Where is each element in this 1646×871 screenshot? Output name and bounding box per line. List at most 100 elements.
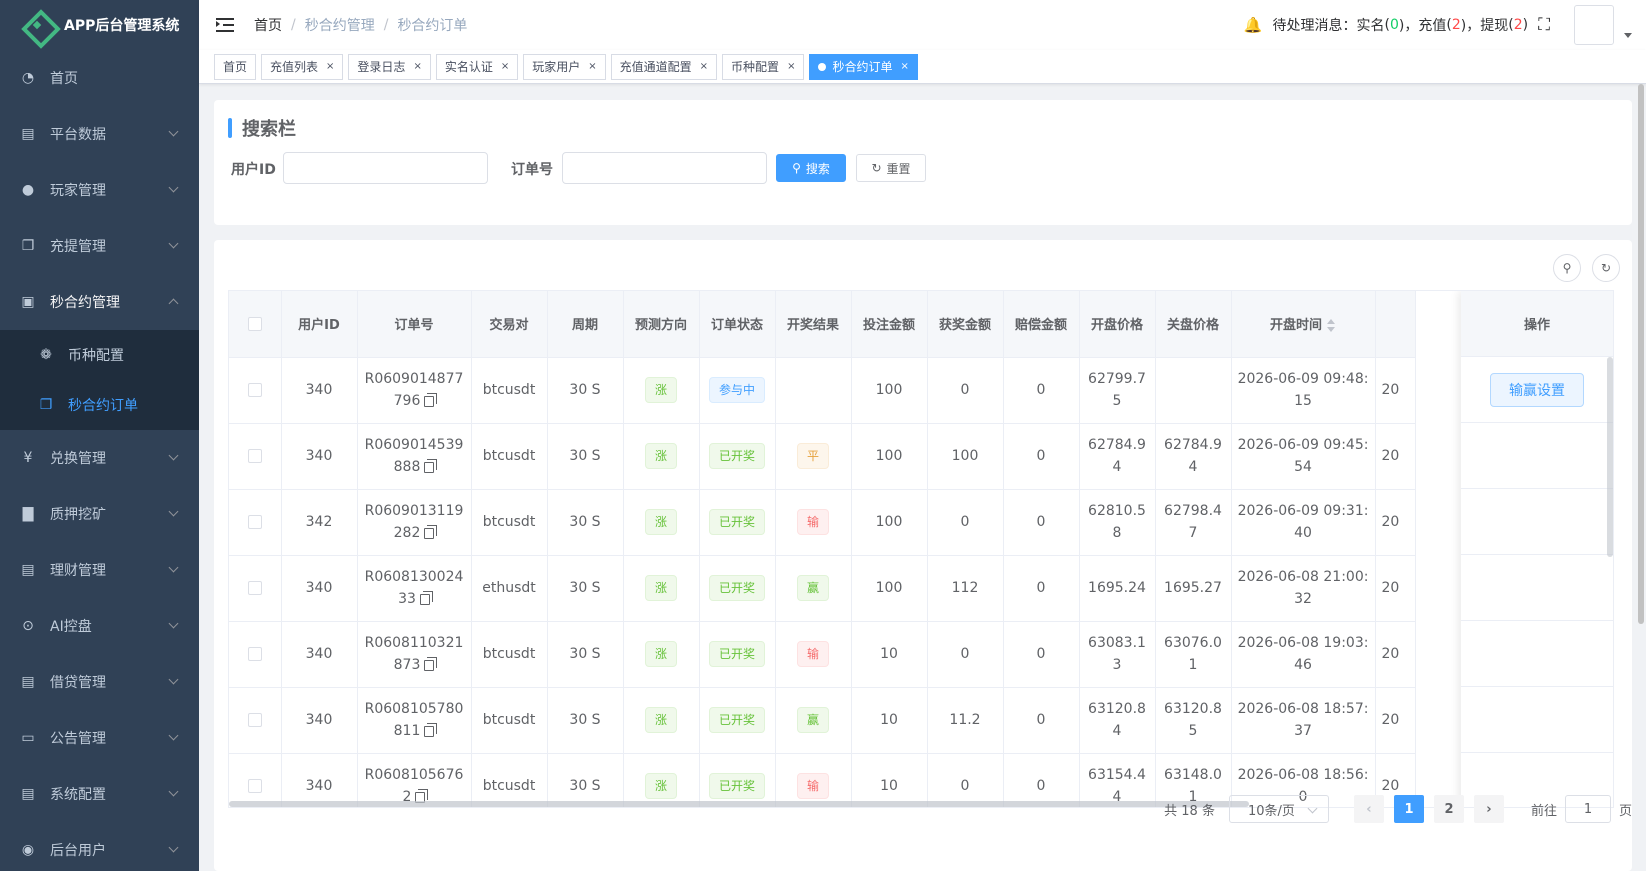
status-cell: 已开奖 [699,555,776,622]
copy-icon[interactable] [424,656,438,671]
tab-tag-label: 币种配置 [731,60,780,74]
sidebar-item[interactable]: ▤ 理财管理 [0,542,199,598]
page-scrollbar[interactable] [1636,84,1646,871]
row-checkbox[interactable] [247,449,262,463]
order-no-input[interactable] [562,152,767,184]
breadcrumb-home[interactable]: 首页 [254,15,282,35]
sidebar-subitem[interactable]: ❁ 币种配置 [0,330,199,380]
sidebar-item[interactable]: ❐ 充提管理 [0,218,199,274]
close-icon[interactable]: × [700,61,708,72]
row-checkbox[interactable] [247,647,262,661]
tab-tag[interactable]: 币种配置 × [722,53,805,80]
app-logo[interactable]: APP后台管理系统 [0,0,199,50]
row-checkbox[interactable] [247,779,262,793]
win-lose-setting-button[interactable]: 输赢设置 [1490,372,1584,407]
goto-page-input[interactable]: 1 [1564,795,1611,823]
close-icon[interactable]: × [787,61,795,72]
tab-tag[interactable]: 实名认证 × [435,53,519,80]
chevron-icon [168,730,179,741]
direction-cell: 涨 [623,687,700,754]
next-page-button[interactable]: › [1473,795,1504,823]
table-row[interactable]: 340 R060813002433 ethusdt 30 S 涨已开奖赢 100 112 0 1… [229,555,1416,622]
caret-down-icon[interactable] [1624,32,1632,38]
action-cell [1461,489,1613,555]
toggle-search-button[interactable]: ⚲ [1553,254,1581,282]
select-all-checkbox[interactable] [247,316,262,331]
status-cell: 已开奖 [699,423,776,490]
refresh-icon: ↻ [1600,261,1612,275]
copy-icon[interactable] [424,458,438,473]
chevron-icon [168,450,179,461]
row-checkbox[interactable] [247,383,262,397]
document-icon: ▤ [21,562,35,578]
sidebar-item[interactable]: ▤ 系统配置 [0,766,199,822]
tab-tag-label: 首页 [223,60,248,74]
tab-tag[interactable]: 充值列表 × [261,53,344,80]
sidebar-item-label: 首页 [50,71,78,87]
column-header: 开盘时间 [1231,291,1376,358]
tab-tag[interactable]: 玩家用户 × [523,53,606,80]
close-icon[interactable]: × [326,61,334,72]
copy-icon[interactable] [424,392,438,407]
table-body: 340 R0609014877796 btcusdt 30 S 涨参与中 100 0 0 627… [229,357,1416,807]
pair-cell: btcusdt [471,357,548,424]
table-row[interactable]: 340 R0608110321873 btcusdt 30 S 涨已开奖输 10 0 0 630… [229,621,1416,688]
vertical-scrollbar[interactable] [1607,357,1613,807]
copy-icon[interactable] [424,722,438,737]
tab-tag[interactable]: 秒合约订单 × [809,53,918,80]
period-cell: 30 S [547,687,624,754]
chevron-icon [168,674,179,685]
row-select-cell [229,621,282,688]
sidebar-item[interactable]: ▤ 平台数据 [0,106,199,162]
order-no-cell: R060813002433 [357,555,472,622]
page-2-button[interactable]: 2 [1433,795,1464,823]
status-cell: 已开奖 [699,687,776,754]
sidebar-item[interactable]: ▭ 公告管理 [0,710,199,766]
copy-icon[interactable] [424,524,438,539]
sidebar-item[interactable]: ▤ 借贷管理 [0,654,199,710]
close-icon[interactable]: × [413,61,421,72]
row-checkbox[interactable] [247,515,262,529]
open-time-cell: 2026-06-09 09:48:15 [1231,357,1376,424]
tab-tag[interactable]: 登录日志 × [348,53,431,80]
sidebar-item[interactable]: ◉ 后台用户 [0,822,199,871]
fullscreen-icon[interactable]: ⛶ [1538,15,1550,35]
table-row[interactable]: 340 R0609014539888 btcusdt 30 S 涨已开奖平 100 100 0… [229,423,1416,490]
table-row[interactable]: 340 R0608105780811 btcusdt 30 S 涨 已开奖 赢 10 11.2 0… [229,687,1416,754]
close-icon[interactable]: × [900,61,908,72]
page-1-button[interactable]: 1 [1393,795,1424,823]
sidebar-item-label: 兑换管理 [50,451,106,467]
pending-notice[interactable]: 🔔 待处理消息： 实名(0)， 充值(2)， 提现(2) [1244,15,1528,35]
copy-icon: ❐ [21,238,35,254]
sidebar-item[interactable]: ¥ 兑换管理 [0,430,199,486]
table-row[interactable]: 340 R0609014877796 btcusdt 30 S 涨参与中 100 0 0 627… [229,357,1416,424]
compensation-cell: 0 [1003,357,1080,424]
result-badge: 输 [796,773,829,799]
prev-page-button[interactable]: ‹ [1353,795,1384,823]
tab-tag[interactable]: 充值通道配置 × [610,53,718,80]
avatar[interactable] [1574,5,1614,45]
refresh-button[interactable]: ↻ [1592,254,1620,282]
page-size-select[interactable]: 10条/页 [1228,795,1329,823]
sort-icon[interactable] [1326,318,1336,333]
sidebar-item[interactable]: ▇ 质押挖矿 [0,486,199,542]
sidebar-subitem[interactable]: ❐ 秒合约订单 [0,380,199,430]
table-row[interactable]: 342 R0609013119282 btcusdt 30 S 涨已开奖输 100 0 0 62… [229,489,1416,556]
search-button[interactable]: ⚲ 搜索 [776,154,846,182]
fixed-actions-column: 操作 输赢设置 [1461,291,1613,807]
sidebar-item[interactable]: ⊙ AI控盘 [0,598,199,654]
row-checkbox[interactable] [247,581,262,595]
reset-button[interactable]: ↻ 重置 [856,154,926,182]
close-icon[interactable]: × [501,61,509,72]
tab-tag[interactable]: 首页 [214,53,257,80]
tab-tag-label: 充值列表 [270,60,319,74]
users-icon: ◉ [21,842,35,858]
hamburger-icon[interactable] [216,17,234,33]
sidebar-item[interactable]: ◔ 首页 [0,50,199,106]
close-icon[interactable]: × [588,61,596,72]
copy-icon[interactable] [419,590,433,605]
sidebar-item[interactable]: ▣ 秒合约管理 [0,274,199,330]
sidebar-item[interactable]: ● 玩家管理 [0,162,199,218]
user-id-input[interactable] [283,152,488,184]
row-checkbox[interactable] [247,713,262,727]
